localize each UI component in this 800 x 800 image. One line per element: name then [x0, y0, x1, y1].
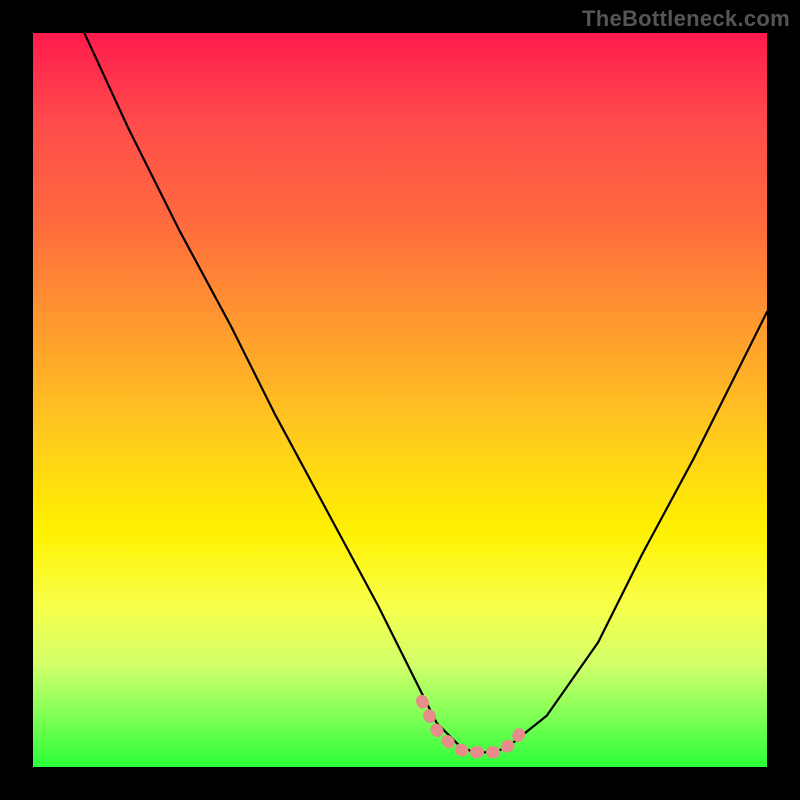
main-curve: [84, 33, 767, 752]
base-marker: [422, 701, 525, 752]
curve-layer: [33, 33, 767, 767]
plot-area: [33, 33, 767, 767]
watermark-text: TheBottleneck.com: [582, 6, 790, 32]
chart-container: TheBottleneck.com: [0, 0, 800, 800]
